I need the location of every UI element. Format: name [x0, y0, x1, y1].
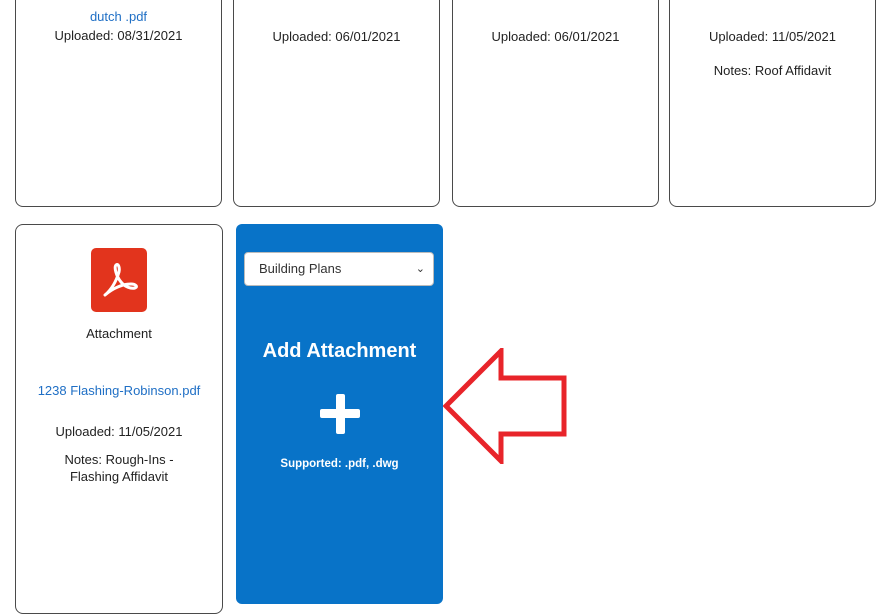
attachment-filename-link[interactable]: dutch .pdf [16, 9, 221, 24]
chevron-down-icon: ⌄ [415, 263, 425, 275]
pdf-icon[interactable] [91, 248, 147, 312]
add-attachment-title: Add Attachment [262, 340, 417, 362]
attachment-notes: Notes: Roof Affidavit [713, 63, 832, 78]
add-attachment-card[interactable]: Building Plans ⌄ Add Attachment Supporte… [236, 224, 443, 604]
upload-date: Uploaded: 06/01/2021 [272, 29, 401, 44]
supported-formats: Supported: .pdf, .dwg [280, 458, 399, 470]
attachment-card-4: Uploaded: 11/05/2021 Notes: Roof Affidav… [669, 0, 876, 207]
attachment-notes: Notes: Rough-Ins - Flashing Affidavit [64, 452, 174, 484]
attachment-card-2: Uploaded: 06/01/2021 [233, 0, 440, 207]
attachment-card-3: Uploaded: 06/01/2021 [452, 0, 659, 207]
attachment-card-5: Attachment 1238 Flashing-Robinson.pdf Up… [15, 224, 223, 614]
arrow-left-outline-icon [443, 348, 567, 464]
upload-date: Uploaded: 06/01/2021 [491, 29, 620, 44]
attachment-label: Attachment [86, 326, 152, 341]
upload-date: Uploaded: 08/31/2021 [54, 28, 183, 43]
upload-date: Uploaded: 11/05/2021 [55, 424, 183, 439]
attachment-filename-link[interactable]: 1238 Flashing-Robinson.pdf [16, 383, 222, 398]
attachment-card-1: dutch .pdf Uploaded: 08/31/2021 [15, 0, 222, 207]
upload-date: Uploaded: 11/05/2021 [709, 29, 836, 44]
document-type-value: Building Plans [259, 261, 342, 276]
document-type-select[interactable]: Building Plans ⌄ [244, 252, 434, 286]
plus-icon[interactable] [320, 394, 360, 434]
